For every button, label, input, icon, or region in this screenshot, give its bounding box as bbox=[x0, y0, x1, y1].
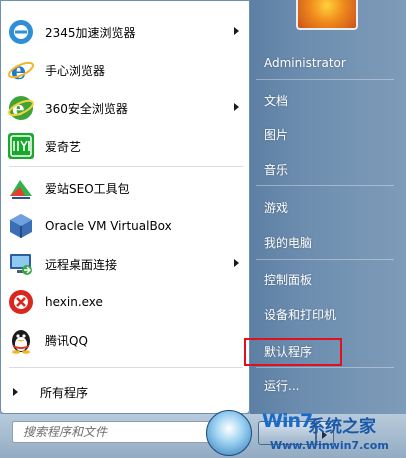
program-label: 远程桌面连接 bbox=[45, 257, 118, 272]
link-devices-printers[interactable]: 设备和打印机 bbox=[264, 306, 336, 323]
program-label: 360安全浏览器 bbox=[45, 101, 128, 116]
link-computer[interactable]: 我的电脑 bbox=[264, 234, 312, 251]
program-label: 2345加速浏览器 bbox=[45, 25, 136, 40]
program-2345-browser[interactable]: 2345加速浏览器 bbox=[3, 14, 247, 50]
link-documents[interactable]: 文档 bbox=[264, 92, 288, 109]
highlight-box bbox=[244, 338, 342, 366]
windows-orb-icon[interactable] bbox=[206, 410, 252, 456]
user-avatar[interactable] bbox=[296, 0, 358, 30]
remote-desktop-icon bbox=[6, 249, 36, 279]
programs-pane: 2345加速浏览器 e 手心浏览器 e 360安全浏览器 爱奇艺 爱站SEO工具… bbox=[0, 0, 250, 414]
watermark-logo: Win7 bbox=[262, 410, 313, 432]
program-shouxin-browser[interactable]: e 手心浏览器 bbox=[3, 52, 247, 88]
program-hexin[interactable]: hexin.exe bbox=[3, 284, 247, 320]
link-games[interactable]: 游戏 bbox=[264, 199, 288, 216]
browser-360-icon: e bbox=[6, 93, 36, 123]
virtualbox-icon bbox=[6, 211, 36, 241]
program-label: 爱奇艺 bbox=[45, 139, 82, 154]
chevron-right-icon bbox=[13, 388, 18, 396]
link-pictures[interactable]: 图片 bbox=[264, 126, 288, 143]
watermark: Win7 系统之家 Www.Winwin7.com bbox=[262, 410, 406, 458]
submenu-arrow-icon[interactable] bbox=[234, 103, 239, 111]
program-aizhan-seo[interactable]: 爱站SEO工具包 bbox=[3, 170, 247, 206]
program-label: 爱站SEO工具包 bbox=[45, 181, 130, 196]
program-label: Oracle VM VirtualBox bbox=[45, 219, 172, 233]
right-separator bbox=[256, 79, 394, 80]
right-separator bbox=[256, 259, 394, 260]
svg-text:e: e bbox=[12, 96, 25, 120]
right-separator bbox=[256, 367, 394, 368]
link-user[interactable]: Administrator bbox=[264, 56, 346, 70]
pinned-separator bbox=[9, 166, 243, 167]
hexin-icon bbox=[6, 287, 36, 317]
submenu-arrow-icon[interactable] bbox=[234, 259, 239, 267]
program-360-browser[interactable]: e 360安全浏览器 bbox=[3, 90, 247, 126]
seo-toolkit-icon bbox=[6, 173, 36, 203]
program-remote-desktop[interactable]: 远程桌面连接 bbox=[3, 246, 247, 282]
program-label: hexin.exe bbox=[45, 295, 103, 309]
link-run[interactable]: 运行... bbox=[264, 377, 299, 394]
link-control-panel[interactable]: 控制面板 bbox=[264, 271, 312, 288]
link-music[interactable]: 音乐 bbox=[264, 161, 288, 178]
watermark-title: 系统之家 bbox=[308, 417, 376, 437]
watermark-url: Www.Winwin7.com bbox=[270, 439, 389, 452]
qq-penguin-icon bbox=[6, 325, 36, 355]
right-separator bbox=[256, 185, 394, 186]
start-menu: 2345加速浏览器 e 手心浏览器 e 360安全浏览器 爱奇艺 爱站SEO工具… bbox=[0, 0, 406, 458]
program-label: 腾讯QQ bbox=[45, 333, 88, 348]
browser-2345-icon bbox=[6, 17, 36, 47]
program-tencent-qq[interactable]: 腾讯QQ bbox=[3, 322, 247, 358]
submenu-arrow-icon[interactable] bbox=[234, 27, 239, 35]
iqiyi-icon bbox=[6, 131, 36, 161]
program-virtualbox[interactable]: Oracle VM VirtualBox bbox=[3, 208, 247, 244]
ie-browser-icon: e bbox=[6, 55, 36, 85]
program-iqiyi[interactable]: 爱奇艺 bbox=[3, 128, 247, 164]
all-programs-button[interactable]: 所有程序 bbox=[3, 379, 247, 405]
program-label: 手心浏览器 bbox=[45, 63, 106, 78]
all-programs-separator bbox=[9, 367, 243, 368]
all-programs-label: 所有程序 bbox=[40, 385, 89, 400]
